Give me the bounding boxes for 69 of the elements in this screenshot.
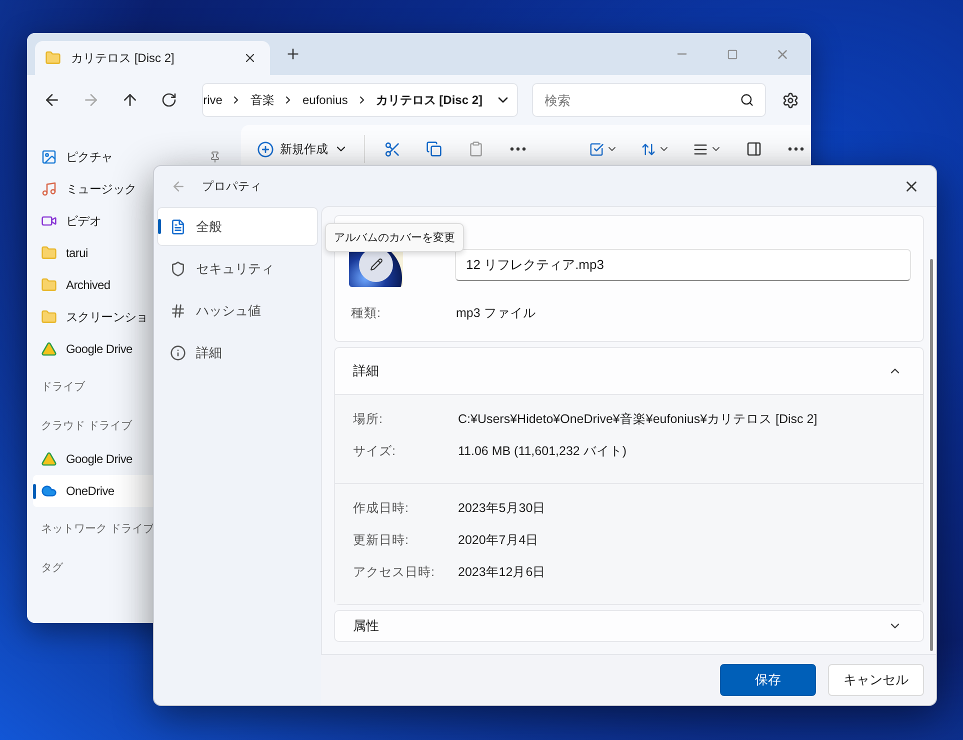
property-value: 2023年12月6日	[458, 564, 546, 580]
scissors-icon	[384, 140, 400, 158]
sidebar-heading: ネットワーク ドライブ	[40, 522, 156, 537]
sidebar-item[interactable]: Google Drive	[33, 443, 235, 475]
breadcrumb-item[interactable]: eufonius	[302, 93, 348, 107]
sidebar-item[interactable]: ピクチャ	[33, 141, 235, 173]
property-label: 場所:	[353, 410, 384, 428]
folder-icon	[41, 277, 57, 293]
new-button[interactable]: 新規作成	[253, 140, 352, 158]
plus-icon	[285, 46, 301, 62]
save-button[interactable]: 保存	[720, 664, 816, 696]
property-value: C:¥Users¥Hideto¥OneDrive¥音楽¥eufonius¥カリテロス [Disc 2]	[458, 410, 818, 428]
property-value: 11.06 MB (11,601,232 バイト)	[458, 442, 626, 460]
property-label: 作成日時:	[353, 500, 410, 516]
property-value: 2020年7月4日	[458, 532, 539, 548]
triangle-icon	[41, 451, 57, 467]
sidebar-heading: タグ	[40, 561, 64, 576]
nav-item[interactable]: 詳細	[158, 334, 317, 371]
property-label: サイズ:	[353, 442, 396, 460]
breadcrumb-item[interactable]: 音楽	[250, 92, 274, 108]
filename-field[interactable]: 12 リフレクティア.mp3	[455, 248, 911, 280]
address-bar[interactable]: rive 音楽 eufonius カリテロス [Disc 2]	[202, 83, 518, 117]
triangle-icon	[41, 341, 57, 357]
maximize-icon	[726, 48, 738, 60]
plus-icon	[257, 140, 274, 158]
sidebar-heading: ドライブ	[40, 380, 86, 395]
panel-icon	[746, 141, 762, 157]
picture-icon	[41, 149, 57, 165]
property-label: アクセス日時:	[353, 564, 436, 580]
music-note-icon	[41, 181, 57, 197]
nav-item[interactable]: セキュリティ	[158, 250, 317, 287]
search-icon	[740, 93, 754, 107]
cloud-icon	[41, 483, 57, 499]
section-title: 属性	[353, 617, 379, 635]
nav-item[interactable]: ハッシュ値	[158, 292, 317, 329]
document-icon	[170, 218, 186, 234]
folder-icon	[41, 309, 57, 325]
clipboard-icon	[468, 141, 484, 157]
more-icon	[788, 147, 804, 151]
sidebar-heading: クラウド ドライブ	[40, 418, 134, 434]
checkbox-icon	[588, 142, 604, 156]
list-icon	[692, 142, 708, 156]
hash-icon	[170, 302, 186, 318]
refresh-icon	[161, 92, 178, 108]
folder-icon	[45, 50, 61, 66]
property-label: 種類:	[351, 304, 382, 322]
breadcrumb-item[interactable]: rive	[203, 93, 222, 107]
folder-icon	[41, 245, 57, 261]
info-icon	[170, 344, 186, 360]
close-icon	[243, 51, 257, 65]
dialog-title: プロパティ	[202, 179, 263, 194]
search-field[interactable]: 検索	[532, 83, 766, 117]
tooltip: アルバムのカバーを変更	[325, 223, 464, 252]
property-label: 更新日時:	[353, 532, 410, 548]
more-icon	[510, 147, 526, 151]
tab-title: カリテロス [Disc 2]	[71, 50, 176, 66]
breadcrumb-item[interactable]: カリテロス [Disc 2]	[376, 92, 483, 108]
shield-icon	[170, 260, 186, 276]
scrollbar[interactable]	[930, 259, 933, 651]
cancel-button[interactable]: キャンセル	[828, 664, 924, 696]
settings-icon	[782, 92, 799, 108]
section-title: 詳細	[353, 362, 379, 380]
pencil-icon	[370, 258, 382, 271]
sort-icon	[640, 142, 656, 156]
property-value: 2023年5月30日	[458, 500, 546, 516]
copy-icon	[426, 141, 442, 157]
property-value: mp3 ファイル	[456, 304, 536, 322]
nav-item[interactable]: 全般	[158, 208, 317, 245]
window-tab[interactable]: カリテロス [Disc 2]	[35, 41, 270, 75]
